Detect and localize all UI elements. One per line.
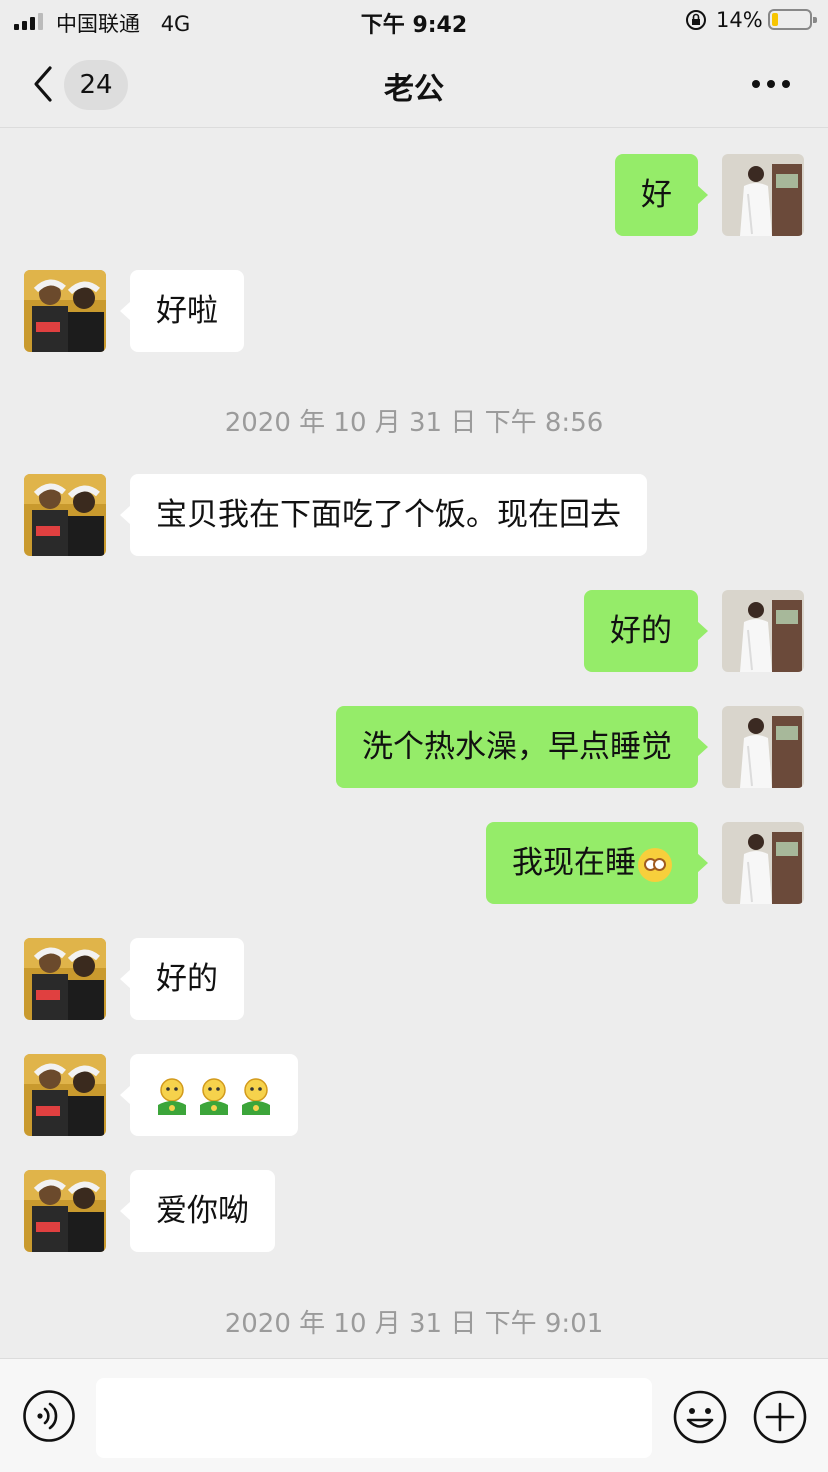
message-bubble-incoming[interactable] xyxy=(120,1054,298,1136)
contact-avatar[interactable] xyxy=(24,1170,106,1252)
my-avatar[interactable] xyxy=(722,154,804,236)
battery-percent: 14% xyxy=(716,8,763,32)
battery-icon xyxy=(768,9,817,30)
message-bubble-incoming[interactable]: 好啦 xyxy=(120,270,244,352)
chat-title: 老公 xyxy=(384,72,444,107)
message-bubble-outgoing[interactable]: 好的 xyxy=(584,590,708,672)
my-avatar[interactable] xyxy=(722,590,804,672)
contact-avatar[interactable] xyxy=(24,938,106,1020)
more-options-icon[interactable] xyxy=(752,80,790,88)
plus-icon[interactable] xyxy=(752,1389,808,1445)
message-text: 我现在睡 xyxy=(512,845,636,881)
message-bubble-outgoing[interactable]: 我现在睡 xyxy=(486,822,708,904)
status-bar: 中国联通 4G 下午 9:42 14% xyxy=(0,0,828,42)
green-person-sticker-icon xyxy=(241,1077,271,1116)
contact-avatar[interactable] xyxy=(24,1054,106,1136)
my-avatar[interactable] xyxy=(722,706,804,788)
my-avatar[interactable] xyxy=(722,822,804,904)
voice-input-icon[interactable] xyxy=(22,1389,76,1443)
message-list[interactable]: 好 好啦 2020 年 10 月 31 日 下午 8:56 宝贝我在下面吃了个饭… xyxy=(0,128,828,1358)
message-bubble-outgoing[interactable]: 好 xyxy=(615,154,708,236)
rotation-lock-icon xyxy=(686,10,706,30)
message-bubble-outgoing[interactable]: 洗个热水澡，早点睡觉 xyxy=(336,706,708,788)
contact-avatar[interactable] xyxy=(24,474,106,556)
chat-header: 24 老公 xyxy=(0,42,828,128)
message-input[interactable] xyxy=(96,1378,652,1458)
emoji-icon[interactable] xyxy=(672,1389,728,1445)
message-timestamp: 2020 年 10 月 31 日 下午 8:56 xyxy=(224,408,604,438)
message-bubble-incoming[interactable]: 爱你呦 xyxy=(120,1170,275,1252)
flushed-face-emoji-icon xyxy=(638,847,672,882)
green-person-sticker-icon xyxy=(199,1077,229,1116)
input-bar xyxy=(0,1358,828,1472)
contact-avatar[interactable] xyxy=(24,270,106,352)
message-timestamp: 2020 年 10 月 31 日 下午 9:01 xyxy=(224,1309,604,1339)
message-bubble-incoming[interactable]: 好的 xyxy=(120,938,244,1020)
green-person-sticker-icon xyxy=(157,1077,187,1116)
message-bubble-incoming[interactable]: 宝贝我在下面吃了个饭。现在回去 xyxy=(120,474,647,556)
